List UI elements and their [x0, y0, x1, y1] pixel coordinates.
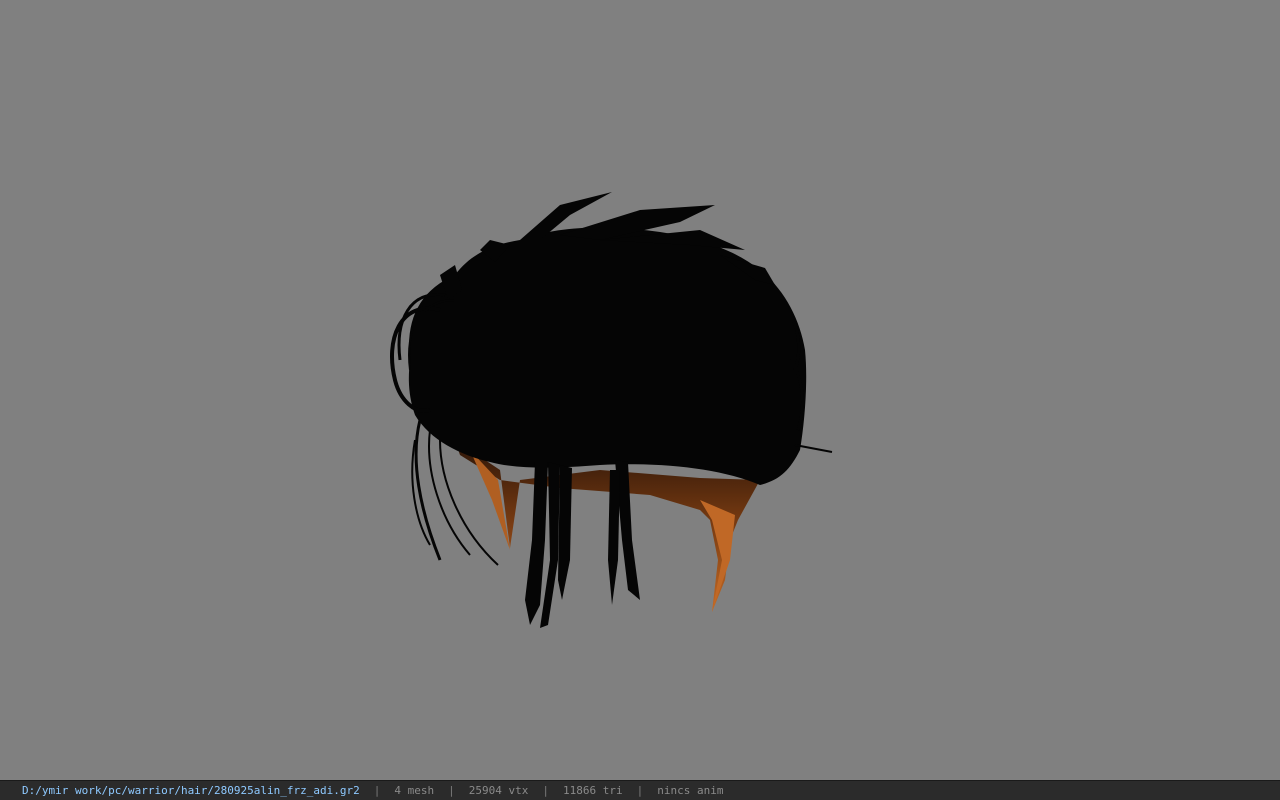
3d-viewport[interactable]: [0, 0, 1280, 780]
separator: |: [636, 784, 644, 797]
separator: |: [542, 784, 549, 797]
animation-status: nincs anim: [657, 784, 724, 797]
hair-strand: [794, 444, 833, 453]
separator: |: [373, 784, 381, 797]
vertex-count: 25904 vtx: [468, 784, 529, 797]
hair-strand: [608, 470, 620, 605]
mesh-count: 4 mesh: [394, 784, 435, 797]
triangle-count: 11866 tri: [563, 784, 623, 797]
hair-strand: [558, 465, 572, 600]
separator: |: [448, 784, 455, 797]
status-bar: D:/ymir work/pc/warrior/hair/280925alin_…: [0, 780, 1280, 800]
file-path: D:/ymir work/pc/warrior/hair/280925alin_…: [22, 784, 360, 797]
hair-mesh-model: [390, 192, 833, 628]
